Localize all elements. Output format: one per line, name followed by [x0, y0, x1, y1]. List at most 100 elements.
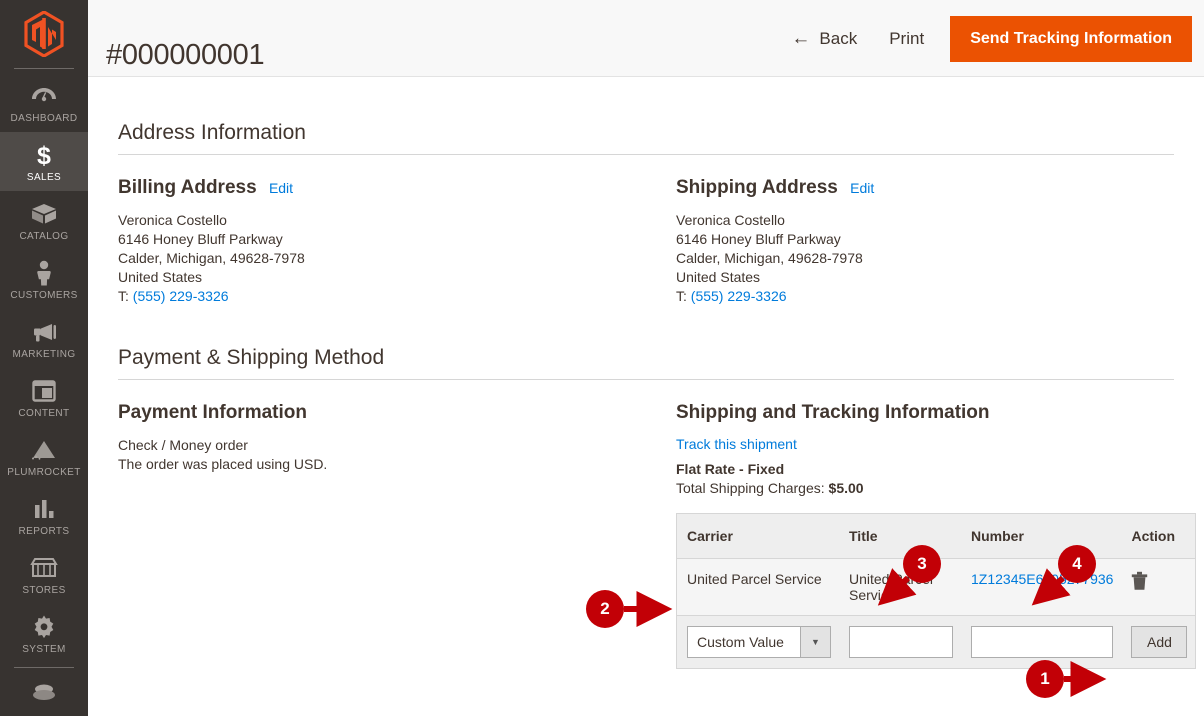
sidebar-item-label: REPORTS [18, 526, 70, 537]
pyramid-icon [2, 436, 86, 464]
carrier-select-value: Custom Value [697, 634, 784, 650]
shipping-charges-label: Total Shipping Charges: [676, 480, 825, 496]
sidebar-item-find-partners[interactable] [0, 670, 88, 716]
address-information-heading: Address Information [118, 77, 1174, 155]
sidebar-item-reports[interactable]: REPORTS [0, 486, 88, 545]
billing-address-heading: Billing Address Edit [118, 177, 616, 199]
track-this-shipment-link[interactable]: Track this shipment [676, 436, 797, 452]
page-title: #000000001 [106, 39, 265, 72]
cell-title-input [839, 615, 961, 669]
payment-information-block: Payment Information Check / Money order … [118, 402, 646, 669]
page-header: #000000001 ← Back Print Send Tracking In… [88, 0, 1204, 77]
payment-shipping-columns: Payment Information Check / Money order … [118, 380, 1197, 669]
annotation-badge-4: 4 [1058, 545, 1096, 583]
sidebar-item-content[interactable]: CONTENT [0, 368, 88, 427]
add-button[interactable]: Add [1131, 626, 1188, 658]
storefront-icon [2, 554, 86, 582]
sidebar-item-marketing[interactable]: MARKETING [0, 309, 88, 368]
dashboard-icon [2, 82, 86, 110]
cell-add-button: Add [1121, 615, 1196, 669]
billing-address-title: Billing Address [118, 177, 257, 198]
sidebar-item-label: CUSTOMERS [10, 290, 78, 301]
arrow-left-icon: ← [791, 28, 811, 49]
sidebar-item-sales[interactable]: $ SALES [0, 132, 88, 191]
sidebar-item-system[interactable]: SYSTEM [0, 604, 88, 663]
sidebar-item-dashboard[interactable]: DASHBOARD [0, 73, 88, 132]
box-icon [2, 200, 86, 228]
sidebar-divider-top [14, 68, 74, 69]
sidebar-item-customers[interactable]: CUSTOMERS [0, 250, 88, 309]
billing-name: Veronica Costello [118, 212, 227, 228]
payment-method: Check / Money order [118, 437, 248, 453]
billing-phone-link[interactable]: (555) 229-3326 [133, 288, 229, 304]
sidebar-item-plumrocket[interactable]: PLUMROCKET [0, 427, 88, 486]
cell-carrier-select: Custom Value ▼ [676, 615, 839, 669]
sidebar-item-label: SYSTEM [22, 644, 66, 655]
shipping-phone-row: T: (555) 229-3326 [676, 287, 1174, 306]
send-tracking-information-button[interactable]: Send Tracking Information [950, 15, 1192, 62]
shipping-charges-value: $5.00 [828, 480, 864, 496]
column-header-title: Title [839, 513, 961, 559]
layout-icon [2, 377, 86, 405]
billing-phone-row: T: (555) 229-3326 [118, 287, 616, 306]
shipping-country: United States [676, 269, 761, 285]
sidebar-item-label: CONTENT [18, 408, 70, 419]
shipping-city-state-zip: Calder, Michigan, 49628-7978 [676, 250, 863, 266]
tracking-title-input[interactable] [849, 626, 953, 658]
sidebar-item-label: PLUMROCKET [7, 467, 81, 478]
header-actions: ← Back Print Send Tracking Information [777, 0, 1204, 77]
annotation-badge-3: 3 [903, 545, 941, 583]
annotation-badge-2: 2 [586, 590, 624, 628]
gear-icon [2, 613, 86, 641]
billing-street: 6146 Honey Bluff Parkway [118, 231, 283, 247]
back-button-label: Back [819, 28, 858, 48]
column-header-action: Action [1121, 513, 1196, 559]
tracking-table: Carrier Title Number Action United Parce… [676, 513, 1197, 669]
tracking-number-input[interactable] [971, 626, 1113, 658]
dollar-icon: $ [2, 141, 86, 169]
shipping-phone-prefix: T: [676, 288, 687, 304]
bar-chart-icon [2, 495, 86, 523]
sidebar-divider-bottom [14, 667, 74, 668]
billing-phone-prefix: T: [118, 288, 129, 304]
payment-information-heading: Payment Information [118, 402, 307, 423]
payment-shipping-method-heading: Payment & Shipping Method [118, 306, 1174, 380]
partners-icon [2, 679, 86, 707]
megaphone-icon [2, 318, 86, 346]
carrier-select[interactable]: Custom Value ▼ [687, 626, 831, 658]
payment-currency-note: The order was placed using USD. [118, 456, 328, 472]
sidebar-item-label: DASHBOARD [10, 113, 78, 124]
shipping-phone-link[interactable]: (555) 229-3326 [691, 288, 787, 304]
shipping-name: Veronica Costello [676, 212, 785, 228]
shipping-tracking-block: Shipping and Tracking Information Track … [646, 402, 1197, 669]
shipping-address-block: Shipping Address Edit Veronica Costello … [646, 177, 1174, 306]
print-button[interactable]: Print [871, 21, 942, 57]
shipping-street: 6146 Honey Bluff Parkway [676, 231, 841, 247]
magento-admin-shipment-page: DASHBOARD $ SALES CATALOG CUSTOMERS MARK… [0, 0, 1204, 716]
person-icon [2, 259, 86, 287]
sidebar-item-stores[interactable]: STORES [0, 545, 88, 604]
shipping-charges-row: Total Shipping Charges: $5.00 [676, 479, 1174, 498]
sidebar-item-label: STORES [22, 585, 66, 596]
shipping-tracking-heading: Shipping and Tracking Information [676, 402, 990, 423]
sidebar-item-catalog[interactable]: CATALOG [0, 191, 88, 250]
annotation-badge-1: 1 [1026, 660, 1064, 698]
sidebar-item-label: MARKETING [12, 349, 76, 360]
billing-city-state-zip: Calder, Michigan, 49628-7978 [118, 250, 305, 266]
cell-title: United Parcel Service [839, 558, 961, 616]
shipping-address-edit-link[interactable]: Edit [850, 180, 874, 196]
shipping-address-title: Shipping Address [676, 177, 838, 198]
cell-number: 1Z12345E6205277936 [961, 558, 1122, 616]
cell-action [1121, 558, 1196, 616]
billing-address-block: Billing Address Edit Veronica Costello 6… [118, 177, 646, 306]
billing-address-edit-link[interactable]: Edit [269, 180, 293, 196]
magento-logo[interactable] [0, 0, 88, 68]
column-header-carrier: Carrier [676, 513, 839, 559]
back-button[interactable]: ← Back [777, 21, 871, 57]
column-header-number: Number [961, 513, 1122, 559]
svg-text:$: $ [37, 142, 51, 168]
sidebar-item-label: SALES [26, 172, 62, 183]
add-tracking-row: Custom Value ▼ Add [676, 615, 1196, 669]
chevron-down-icon: ▼ [800, 627, 830, 657]
trash-icon[interactable] [1131, 571, 1148, 594]
